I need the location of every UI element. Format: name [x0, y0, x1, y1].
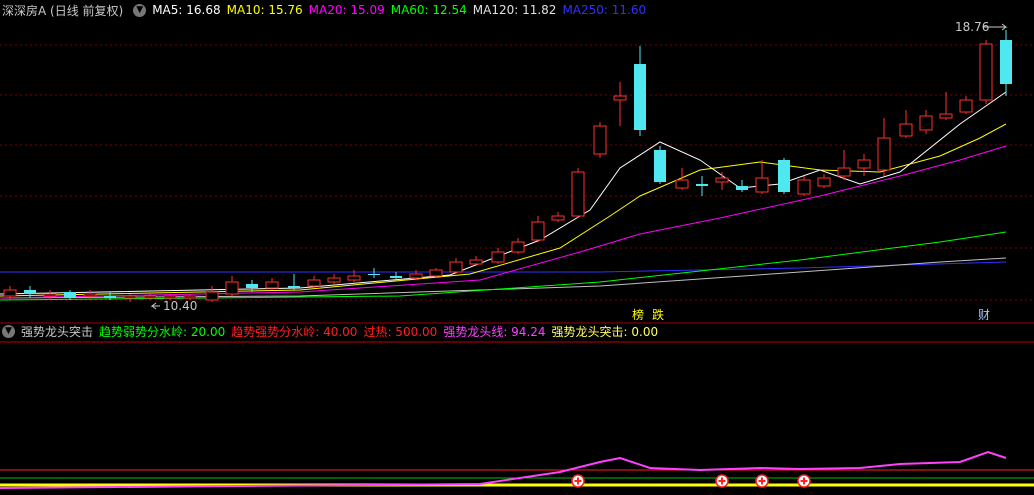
param-weak: 趋势弱势分水岭: 20.00 [99, 324, 226, 339]
indicator-name[interactable]: 强势龙头突击 [21, 323, 93, 340]
indicator-chart[interactable] [0, 0, 1034, 495]
ma120-label: MA120: 11.82 [472, 3, 557, 17]
param-overheat: 过热: 500.00 [363, 324, 438, 339]
param-strong: 趋势强势分水岭: 40.00 [231, 324, 358, 339]
ma10-label: MA10: 15.76 [226, 3, 303, 17]
ma20-label: MA20: 15.09 [308, 3, 385, 17]
chevron-down-icon[interactable]: ▼ [2, 324, 15, 338]
param-breakout: 强势龙头突击: 0.00 [551, 324, 659, 339]
ma250-label: MA250: 11.60 [562, 3, 647, 17]
param-dragon-line: 强势龙头线: 94.24 [443, 324, 546, 339]
indicator-header: ▼ 强势龙头突击 趋势弱势分水岭: 20.00 趋势强势分水岭: 40.00 过… [0, 321, 664, 341]
chevron-down-icon[interactable]: ▼ [133, 3, 147, 17]
stock-title[interactable]: 深深房A (日线 前复权) [2, 2, 123, 19]
ma5-label: MA5: 16.68 [152, 3, 221, 17]
chart-header: 深深房A (日线 前复权) ▼ MA5: 16.68 MA10: 15.76 M… [0, 0, 652, 20]
ma60-label: MA60: 12.54 [390, 3, 467, 17]
